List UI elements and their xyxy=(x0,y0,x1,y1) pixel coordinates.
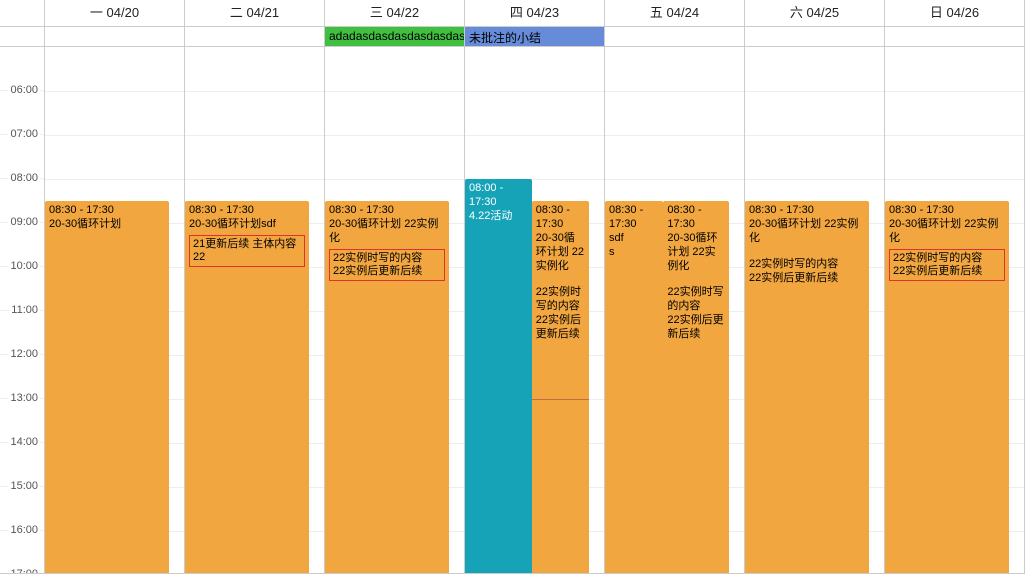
event-note-line: 21更新后续 主体内容22 xyxy=(193,238,301,264)
event-time: 08:30 - 17:30 xyxy=(889,203,1005,217)
allday-cell-fri[interactable] xyxy=(605,27,745,46)
time-label: 17:00 xyxy=(8,568,40,574)
calendar-event[interactable]: 08:30 - 17:30sdfs xyxy=(605,201,663,574)
day-header-sat[interactable]: 六 04/25 xyxy=(745,0,885,26)
allday-cell-sun[interactable] xyxy=(885,27,1025,46)
day-col-fri[interactable]: 08:30 - 17:30sdfs08:30 - 17:3020-30循环计划 … xyxy=(605,47,745,574)
calendar-event[interactable]: 08:00 - 17:304.22活动 xyxy=(465,179,532,574)
day-col-sat[interactable]: 08:30 - 17:3020-30循环计划 22实例化 22实例时写的内容22实… xyxy=(745,47,885,574)
time-label: 06:00 xyxy=(8,84,40,96)
day-header-fri[interactable]: 五 04/24 xyxy=(605,0,745,26)
calendar-body: 06:00 07:00 08:00 09:00 10:00 11:00 12:00 13:00… xyxy=(0,47,1025,574)
calendar-event[interactable]: 08:30 - 17:3020-30循环计划sdf 21更新后续 主体内容22 xyxy=(185,201,309,574)
time-gutter-head xyxy=(0,0,45,26)
event-note-plain: 22实例时写的内容22实例后更新后续 xyxy=(749,257,865,285)
calendar-event[interactable]: 08:30 - 17:3020-30循环计划 22实例化 22实例时写的内容22实… xyxy=(532,201,589,574)
event-title: 20-30循环计划 22实例化 xyxy=(889,217,1005,245)
calendar-event[interactable]: 08:30 - 17:3020-30循环计划 xyxy=(45,201,169,574)
time-label: 14:00 xyxy=(8,436,40,448)
calendar-event[interactable]: 08:30 - 17:3020-30循环计划 22实例化 22实例时写的内容22实… xyxy=(885,201,1009,574)
time-label: 07:00 xyxy=(8,128,40,140)
event-note-line: 22实例时写的内容 xyxy=(667,285,724,313)
day-header-mon[interactable]: 一 04/20 xyxy=(45,0,185,26)
event-time: 08:30 - 17:30 xyxy=(329,203,445,217)
allday-event-wed[interactable]: adadasdasdasdasdasdas xyxy=(325,27,464,46)
allday-cell-wed[interactable]: adadasdasdasdasdasdas xyxy=(325,27,465,46)
event-title: 20-30循环计划 xyxy=(49,217,165,231)
calendar-event[interactable]: 08:30 - 17:3020-30循环计划 22实例化 22实例时写的内容22实… xyxy=(325,201,449,574)
event-note-line: 22实例后更新后续 xyxy=(333,265,441,278)
calendar-event[interactable]: 08:30 - 17:3020-30循环计划 22实例化 22实例时写的内容22实… xyxy=(663,201,728,574)
event-time: 08:00 - 17:30 xyxy=(469,181,528,209)
allday-cell-sat[interactable] xyxy=(745,27,885,46)
day-col-thu[interactable]: 08:00 - 17:304.22活动08:30 - 17:3020-30循环计… xyxy=(465,47,605,574)
event-note-plain: 22实例时写的内容22实例后更新后续 xyxy=(536,285,585,341)
event-note-plain: 22实例时写的内容22实例后更新后续 xyxy=(667,285,724,341)
event-title: 4.22活动 xyxy=(469,209,528,223)
allday-cell-tue[interactable] xyxy=(185,27,325,46)
event-note-line: 22实例后更新后续 xyxy=(749,271,865,285)
time-label: 13:00 xyxy=(8,392,40,404)
time-gutter: 06:00 07:00 08:00 09:00 10:00 11:00 12:00 13:00… xyxy=(0,47,45,574)
time-label: 10:00 xyxy=(8,260,40,272)
day-col-mon[interactable]: 08:30 - 17:3020-30循环计划 xyxy=(45,47,185,574)
time-label: 08:00 xyxy=(8,172,40,184)
day-col-wed[interactable]: 08:30 - 17:3020-30循环计划 22实例化 22实例时写的内容22实… xyxy=(325,47,465,574)
event-note-line: 22实例时写的内容 xyxy=(749,257,865,271)
event-title: 20-30循环计划sdf xyxy=(189,217,305,231)
allday-row: adadasdasdasdasdasdas 未批注的小结 xyxy=(0,27,1025,47)
time-label: 16:00 xyxy=(8,524,40,536)
day-col-sun[interactable]: 08:30 - 17:3020-30循环计划 22实例化 22实例时写的内容22实… xyxy=(885,47,1025,574)
event-note-line: 22实例后更新后续 xyxy=(667,313,724,341)
event-note-box[interactable]: 22实例时写的内容22实例后更新后续 xyxy=(329,249,445,281)
event-note-box[interactable]: 21更新后续 主体内容22 xyxy=(189,235,305,267)
day-col-tue[interactable]: 08:30 - 17:3020-30循环计划sdf 21更新后续 主体内容22 xyxy=(185,47,325,574)
now-indicator xyxy=(532,399,589,400)
day-header-wed[interactable]: 三 04/22 xyxy=(325,0,465,26)
event-time: 08:30 - 17:30 xyxy=(749,203,865,217)
event-time: 08:30 - 17:30 xyxy=(536,203,585,231)
event-title: 20-30循环计划 22实例化 xyxy=(536,231,585,273)
day-header-sun[interactable]: 日 04/26 xyxy=(885,0,1025,26)
time-label: 09:00 xyxy=(8,216,40,228)
event-note-line: 22实例后更新后续 xyxy=(893,265,1001,278)
event-title: 20-30循环计划 22实例化 xyxy=(329,217,445,245)
event-note-box[interactable]: 22实例时写的内容22实例后更新后续 xyxy=(889,249,1005,281)
calendar-week-view: 一 04/20 二 04/21 三 04/22 四 04/23 五 04/24 … xyxy=(0,0,1025,574)
allday-gutter xyxy=(0,27,45,46)
event-subtitle: s xyxy=(609,245,659,259)
allday-cell-mon[interactable] xyxy=(45,27,185,46)
event-note-line: 22实例时写的内容 xyxy=(536,285,585,313)
day-header-tue[interactable]: 二 04/21 xyxy=(185,0,325,26)
allday-event-thu[interactable]: 未批注的小结 xyxy=(465,27,604,46)
day-header-row: 一 04/20 二 04/21 三 04/22 四 04/23 五 04/24 … xyxy=(0,0,1025,27)
time-label: 12:00 xyxy=(8,348,40,360)
day-header-thu[interactable]: 四 04/23 xyxy=(465,0,605,26)
calendar-event[interactable]: 08:30 - 17:3020-30循环计划 22实例化 22实例时写的内容22实… xyxy=(745,201,869,574)
event-note-line: 22实例后更新后续 xyxy=(536,313,585,341)
event-note-line: 22实例时写的内容 xyxy=(333,252,441,265)
time-label: 15:00 xyxy=(8,480,40,492)
event-time: 08:30 - 17:30 xyxy=(189,203,305,217)
event-time: 08:30 - 17:30 xyxy=(49,203,165,217)
allday-cell-thu[interactable]: 未批注的小结 xyxy=(465,27,605,46)
time-label: 11:00 xyxy=(9,304,40,316)
event-time: 08:30 - 17:30 xyxy=(667,203,724,231)
event-note-line: 22实例时写的内容 xyxy=(893,252,1001,265)
event-title: 20-30循环计划 22实例化 xyxy=(667,231,724,273)
event-title: 20-30循环计划 22实例化 xyxy=(749,217,865,245)
event-title: sdf xyxy=(609,231,659,245)
event-time: 08:30 - 17:30 xyxy=(609,203,659,231)
